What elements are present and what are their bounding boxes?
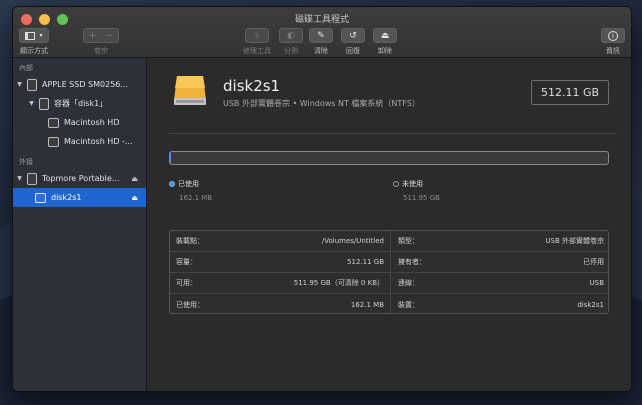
partition-label: 分割 bbox=[284, 47, 298, 55]
info-row: 裝載點： /Volumes/Untitled bbox=[170, 231, 390, 252]
info-value: 已停用 bbox=[583, 258, 604, 266]
used-dot-icon bbox=[169, 181, 175, 187]
sidebar-item-label: Topmore Portable... bbox=[42, 174, 120, 183]
info-table-divider bbox=[390, 231, 391, 313]
erase-label: 清除 bbox=[314, 47, 328, 55]
info-key: 已使用： bbox=[176, 300, 204, 309]
info-key: 可用： bbox=[176, 279, 197, 287]
erase-button[interactable]: ✎ bbox=[309, 28, 333, 43]
sidebar-item-label: 容器「disk1」 bbox=[54, 99, 108, 108]
legend-used-label: 已使用 bbox=[178, 180, 199, 188]
unmount-icon: ⏏ bbox=[380, 30, 390, 41]
first-aid-button[interactable]: ⚕ bbox=[245, 28, 269, 43]
info-key: 容量： bbox=[176, 258, 197, 266]
info-value: USB 外部實體卷宗 bbox=[545, 237, 604, 245]
view-label: 顯示方式 bbox=[20, 47, 48, 55]
erase-icon: ✎ bbox=[317, 30, 325, 41]
volume-icon bbox=[48, 136, 59, 147]
window-title: 磁碟工具程式 bbox=[294, 15, 349, 25]
legend-free-label: 未使用 bbox=[402, 180, 423, 188]
disclosure-triangle-icon[interactable]: ▼ bbox=[28, 100, 35, 107]
volume-label: 卷宗 bbox=[94, 47, 108, 55]
legend-used: 已使用 162.1 MB bbox=[169, 179, 212, 202]
volume-icon bbox=[35, 192, 46, 203]
volume-icon bbox=[48, 117, 59, 128]
info-row: 裝置： disk2s1 bbox=[392, 294, 610, 315]
unmount-label: 卸除 bbox=[378, 47, 392, 55]
eject-icon[interactable]: ⏏ bbox=[131, 194, 138, 202]
external-disk-icon bbox=[27, 172, 37, 185]
titlebar: 磁碟工具程式 ▾ 顯示方式 + − 卷宗 ⚕ 修理工具 ◐ 分割 ✎ 清除 ↺ bbox=[13, 7, 631, 58]
external-drive-icon bbox=[174, 76, 206, 105]
info-row: 容量： 512.11 GB bbox=[170, 252, 390, 273]
container-icon bbox=[39, 97, 49, 110]
info-row: 擁有者： 已停用 bbox=[392, 252, 610, 273]
legend-free-value: 511.95 GB bbox=[403, 194, 440, 202]
sidebar-item-label: APPLE SSD SM0256... bbox=[42, 80, 129, 89]
sidebar-item-macintosh-hd[interactable]: Macintosh HD bbox=[13, 113, 146, 132]
info-key: 類型： bbox=[398, 237, 419, 245]
info-value: disk2s1 bbox=[577, 300, 604, 309]
info-value: 162.1 MB bbox=[350, 300, 384, 309]
partition-icon: ◐ bbox=[287, 30, 295, 41]
info-key: 連線： bbox=[398, 279, 419, 287]
sidebar-item-label: Macintosh HD -... bbox=[64, 137, 133, 146]
sidebar-item-container-disk1[interactable]: ▼ 容器「disk1」 bbox=[13, 94, 146, 113]
info-row: 連線： USB bbox=[392, 273, 610, 294]
info-key: 裝載點： bbox=[176, 237, 204, 245]
sidebar: 內部 ▼ APPLE SSD SM0256... ▼ 容器「disk1」 Mac… bbox=[13, 58, 147, 391]
disclosure-triangle-icon[interactable]: ▼ bbox=[16, 81, 23, 88]
sidebar-header-internal: 內部 bbox=[19, 64, 33, 72]
restore-icon: ↺ bbox=[349, 30, 357, 41]
sidebar-header-external: 外接 bbox=[19, 158, 33, 166]
info-value: 511.95 GB（可清除 0 KB） bbox=[293, 279, 384, 287]
info-label: 資訊 bbox=[606, 47, 620, 55]
plus-icon: + bbox=[88, 30, 97, 41]
info-row: 已使用： 162.1 MB bbox=[170, 294, 390, 315]
volume-name: disk2s1 bbox=[223, 77, 281, 95]
sidebar-item-macintosh-hd-data[interactable]: Macintosh HD -... bbox=[13, 132, 146, 151]
sidebar-item-disk2s1[interactable]: disk2s1 ⏏ bbox=[13, 188, 146, 207]
volume-subtitle: USB 外部實體卷宗 • Windows NT 檔案系統（NTFS） bbox=[223, 99, 420, 108]
internal-disk-icon bbox=[27, 78, 37, 91]
volume-capacity-badge: 512.11 GB bbox=[531, 80, 609, 105]
divider bbox=[169, 133, 617, 134]
restore-label: 回復 bbox=[346, 47, 360, 55]
info-icon: i bbox=[608, 30, 618, 41]
view-button[interactable]: ▾ bbox=[19, 28, 49, 43]
chevron-down-icon: ▾ bbox=[39, 32, 43, 39]
free-dot-icon bbox=[393, 181, 399, 187]
restore-button[interactable]: ↺ bbox=[341, 28, 365, 43]
info-key: 擁有者： bbox=[398, 258, 426, 266]
legend-free: 未使用 511.95 GB bbox=[393, 179, 440, 202]
volume-add-remove[interactable]: + − bbox=[83, 28, 119, 43]
sidebar-item-label: disk2s1 bbox=[51, 193, 82, 202]
main-panel: disk2s1 USB 外部實體卷宗 • Windows NT 檔案系統（NTF… bbox=[147, 58, 631, 391]
info-key: 裝置： bbox=[398, 300, 419, 309]
info-value: USB bbox=[589, 279, 604, 287]
info-row: 可用： 511.95 GB（可清除 0 KB） bbox=[170, 273, 390, 294]
unmount-button[interactable]: ⏏ bbox=[373, 28, 397, 43]
info-row: 類型： USB 外部實體卷宗 bbox=[392, 231, 610, 252]
disclosure-triangle-icon[interactable]: ▼ bbox=[16, 175, 23, 182]
first-aid-label: 修理工具 bbox=[243, 47, 271, 55]
info-value: /Volumes/Untitled bbox=[321, 237, 384, 245]
minus-icon: − bbox=[105, 30, 114, 41]
partition-button[interactable]: ◐ bbox=[279, 28, 303, 43]
info-button[interactable]: i bbox=[601, 28, 625, 43]
usage-bar bbox=[169, 151, 609, 165]
sidebar-item-label: Macintosh HD bbox=[64, 118, 120, 127]
legend-used-value: 162.1 MB bbox=[179, 194, 213, 202]
sidebar-item-topmore-portable[interactable]: ▼ Topmore Portable... ⏏ bbox=[13, 169, 146, 188]
sidebar-icon bbox=[25, 31, 36, 40]
sidebar-item-apple-ssd[interactable]: ▼ APPLE SSD SM0256... bbox=[13, 75, 146, 94]
info-table: 裝載點： /Volumes/Untitled 容量： 512.11 GB 可用：… bbox=[169, 230, 610, 315]
info-value: 512.11 GB bbox=[347, 258, 384, 266]
stethoscope-icon: ⚕ bbox=[254, 30, 260, 41]
disk-utility-window: 磁碟工具程式 ▾ 顯示方式 + − 卷宗 ⚕ 修理工具 ◐ 分割 ✎ 清除 ↺ bbox=[12, 6, 632, 392]
eject-icon[interactable]: ⏏ bbox=[131, 175, 138, 183]
